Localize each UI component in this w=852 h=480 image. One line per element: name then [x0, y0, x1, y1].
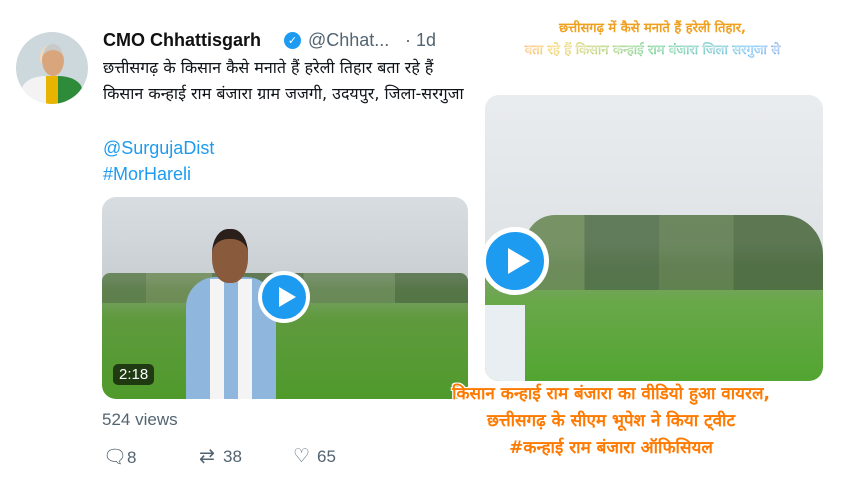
bottom-caption-line-1: किसान कन्हाई राम बंजारा का वीडियो हुआ वा…	[452, 384, 770, 404]
play-icon-large[interactable]	[481, 227, 549, 295]
person-scarf-right	[238, 279, 252, 399]
avatar-shirt	[22, 76, 82, 104]
zoom-person-sleeve	[485, 305, 525, 381]
bottom-caption-line-2: छत्तीसगढ़ के सीएम भूपेश ने किया ट्वीट	[486, 411, 736, 431]
tweet-timestamp[interactable]: · 1d	[405, 30, 436, 51]
retweet-icon: ⇄	[199, 446, 215, 467]
view-count[interactable]: 524 views	[102, 410, 178, 430]
zoom-scenery	[525, 215, 823, 290]
mention-link[interactable]: @SurgujaDist	[103, 138, 214, 159]
top-caption-line-1: छत्तीसगढ़ में कैसे मनाते हैं हरेली तिहार…	[559, 21, 746, 36]
tweet-text: छत्तीसगढ़ के किसान कैसे मनाते हैं हरेली …	[103, 58, 464, 103]
avatar-head	[42, 44, 64, 76]
like-count: 65	[317, 447, 336, 466]
video-duration: 2:18	[113, 364, 155, 385]
play-icon[interactable]	[258, 271, 310, 323]
top-caption-banner: छत्तीसगढ़ में कैसे मनाते हैं हरेली तिहार…	[455, 18, 850, 62]
hashtag-link[interactable]: #MorHareli	[103, 164, 191, 185]
user-handle[interactable]: @Chhat...	[308, 30, 389, 51]
retweet-button[interactable]: ⇄ 38	[199, 445, 242, 468]
person-scarf-left	[210, 279, 224, 399]
verified-badge-icon: ✓	[284, 32, 301, 49]
retweet-count: 38	[223, 447, 242, 466]
reply-count: 8	[127, 448, 137, 467]
top-caption-line-2: बता रहे हैं किसान कन्हाई राम बंजारा जिला…	[455, 40, 850, 62]
like-button[interactable]: ♡ 65	[293, 445, 336, 468]
heart-icon: ♡	[293, 446, 311, 467]
profile-avatar[interactable]	[16, 32, 88, 104]
reply-button[interactable]: 🗨8	[103, 445, 136, 469]
bottom-caption-banner: किसान कन्हाई राम बंजारा का वीडियो हुआ वा…	[372, 381, 850, 462]
display-name[interactable]: CMO Chhattisgarh	[103, 30, 261, 51]
person-head	[212, 229, 248, 283]
reply-icon: 🗨	[103, 447, 128, 468]
bottom-caption-line-3: #कन्हाई राम बंजारा ऑफिसियल	[509, 438, 713, 458]
